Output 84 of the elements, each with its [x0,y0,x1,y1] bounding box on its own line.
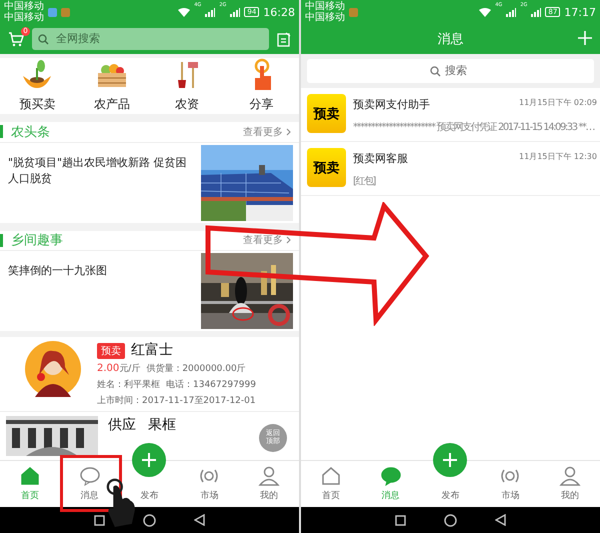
chat-avatar: 预卖 [307,94,346,133]
chat-time: 11月15日下午 12:30 [519,151,597,163]
home-circle-icon[interactable] [444,514,457,526]
supply-amount: 供货量：2000000.00斤 [146,362,246,376]
market-dates: 上市时间：2017-11-17至2017-12-01 [97,394,256,408]
clock: 17:17 [564,6,596,18]
nav-tab[interactable]: 市场 [480,461,540,507]
nav-tab[interactable]: 我的 [239,461,299,507]
recent-apps-icon[interactable] [94,514,105,526]
news-title: 笑摔倒的一十九张图 [8,263,108,280]
carrier-label: 中国移动 [4,12,44,23]
wifi-icon [178,8,190,16]
publish-button[interactable] [433,443,468,477]
news-item[interactable]: "脱贫项目"趟出农民增收新路 促贫困人口脱贫 [0,142,299,222]
price: 2.00 [97,363,120,374]
carrier-label: 中国移动 [4,1,44,12]
carrier-label: 中国移动 [305,12,345,23]
news-item[interactable]: 笑摔倒的一十九张图 [0,251,299,332]
chat-item[interactable]: 预卖 预卖网客服 11月15日下午 12:30 [红包] [301,142,600,196]
search-field[interactable]: 全网搜索 [54,32,263,46]
chat-bubble-icon [380,466,402,486]
nav-tab[interactable]: 发布 [140,489,158,502]
nav-tab[interactable]: 发布 [441,489,460,502]
chat-time: 11月15日下午 02:09 [519,97,597,109]
signal-icon [230,8,240,16]
chevron-right-icon [286,128,291,136]
chat-preview: [红包] [353,175,376,188]
category-item[interactable]: 预买卖 [0,58,75,114]
price-unit: 元/斤 [119,364,140,374]
chat-preview: *********************** 预卖网支付凭证 2017-11-15 14:09:33 **… [353,120,594,134]
signal-icon [506,8,516,16]
person-icon [258,466,280,486]
seller-name: 姓名：利平果框 [97,378,160,392]
product-card[interactable]: 预卖 红富士 2.00元/斤 供货量：2000000.00斤 姓名：利平果框 电话：13467297999 上市时间：2017-11-17至2017-12-01 [0,337,299,412]
back-icon[interactable] [495,514,506,526]
search-bar[interactable]: 全网搜索 [32,28,269,50]
chat-name: 预卖网支付助手 [353,97,430,112]
product-title: 果框 [148,416,176,434]
chat-name: 预卖网客服 [353,151,408,166]
category-item[interactable]: 农产品 [74,58,150,114]
nav-tab[interactable]: 首页 [301,461,361,507]
home-icon [18,466,41,486]
see-more-link[interactable]: 查看更多 [243,124,291,139]
clock: 16:28 [263,6,295,18]
plus-icon [141,452,158,468]
wifi-icon [479,8,492,16]
person-icon [559,466,582,486]
category-item[interactable]: 分享 [224,58,299,114]
nav-tab[interactable]: 首页 [0,461,60,507]
product-title: 供应 [108,416,136,434]
section-title: 农头条 [11,124,51,141]
search-bar[interactable]: 搜索 [307,59,594,83]
recent-apps-icon[interactable] [395,514,406,526]
signal-icon [205,8,216,16]
home-circle-icon[interactable] [143,514,156,526]
cart-icon [8,32,24,46]
nav-tab[interactable]: 市场 [179,461,240,507]
search-icon [430,66,441,76]
nav-tab[interactable]: 我的 [540,461,600,507]
home-icon [320,466,342,486]
chat-bubble-icon [78,466,101,486]
cart-button[interactable] [8,32,24,46]
chat-item[interactable]: 预卖 预卖网支付助手 11月15日下午 02:09 *********************** 预卖网支付凭证 2017-11-15 14:09:33 **… [301,88,600,142]
search-field[interactable]: 搜索 [445,65,471,77]
see-more-link[interactable]: 查看更多 [243,233,291,248]
search-icon [38,34,49,44]
news-title: "脱贫项目"趟出农民增收新路 促贫困人口脱贫 [8,154,188,186]
carrier-label: 中国移动 [305,1,345,12]
signal-icon [531,8,542,16]
section-title: 乡间趣事 [11,232,64,250]
page-title: 消息 [438,31,464,48]
add-button[interactable] [578,31,592,45]
plus-icon [442,452,458,468]
chat-avatar: 预卖 [307,148,346,187]
seller-phone: 电话：13467297999 [166,378,256,392]
plus-icon [578,31,592,45]
publish-button[interactable] [132,443,166,477]
nav-tab[interactable]: 消息 [360,461,421,507]
chevron-right-icon [286,236,291,244]
back-icon[interactable] [194,514,205,526]
edit-note-icon[interactable] [277,32,291,46]
category-item[interactable]: 农资 [150,58,224,114]
presale-badge: 预卖 [97,343,125,360]
product-title: 红富士 [131,341,173,360]
